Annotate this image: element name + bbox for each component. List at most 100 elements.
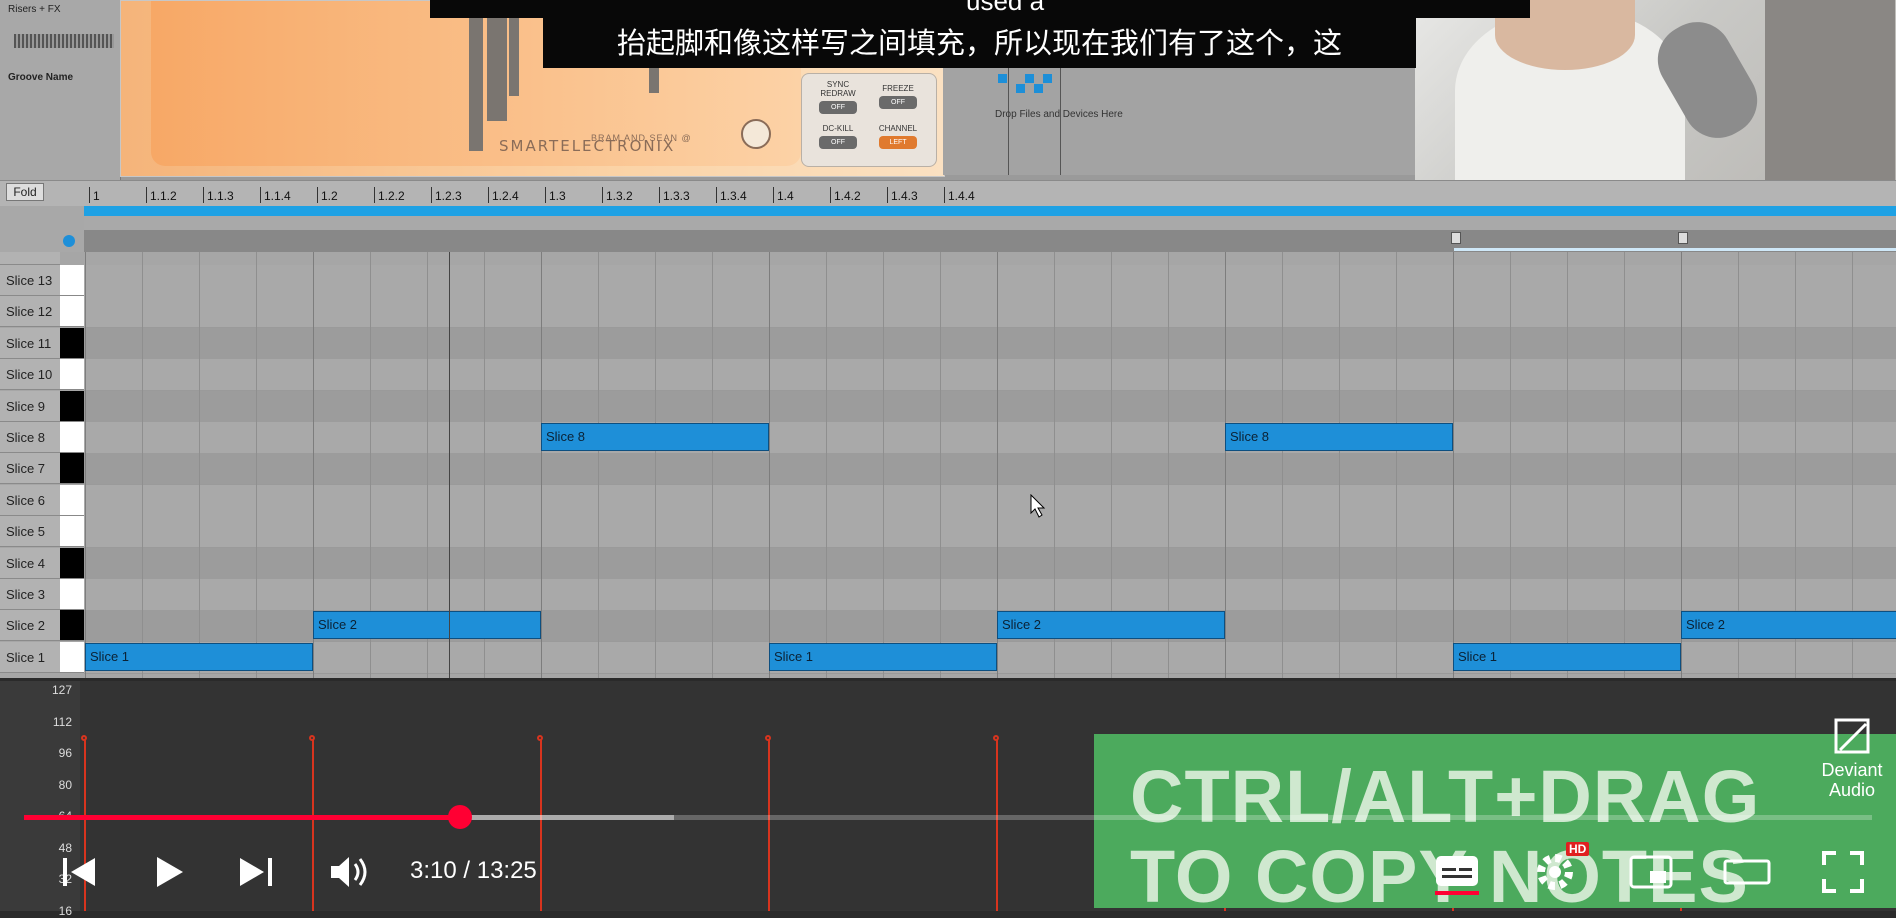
loop-region-line bbox=[1454, 248, 1896, 251]
caption-line-main: 抬起脚和像这样写之间填充，所以现在我们有了这个，这 bbox=[543, 18, 1416, 68]
loop-start-marker-icon[interactable] bbox=[1451, 232, 1461, 244]
piano-key[interactable] bbox=[60, 265, 84, 296]
ruler-tick: 1.1.4 bbox=[260, 187, 291, 203]
play-icon[interactable] bbox=[143, 847, 193, 897]
piano-roll[interactable]: Slice 13 Slice 12 Slice 11 Slice 10 Slice 9S… bbox=[0, 252, 1896, 678]
roll-header-left bbox=[0, 206, 84, 252]
theater-mode-icon[interactable] bbox=[1722, 847, 1772, 897]
velocity-stem[interactable] bbox=[765, 735, 771, 911]
midi-note[interactable]: Slice 2 bbox=[313, 611, 541, 640]
loop-end-marker-icon[interactable] bbox=[1678, 232, 1688, 244]
subtitles-icon[interactable] bbox=[1432, 847, 1482, 897]
grid-line bbox=[1624, 252, 1625, 678]
grid-line bbox=[1510, 252, 1511, 678]
piano-key[interactable] bbox=[60, 453, 84, 485]
scrub-lane[interactable] bbox=[84, 230, 1896, 252]
dc-kill-toggle[interactable]: OFF bbox=[819, 136, 857, 149]
grid-line bbox=[826, 252, 827, 678]
piano-key[interactable] bbox=[60, 547, 84, 579]
clip-slot bbox=[1043, 74, 1052, 83]
waveform-spike bbox=[487, 1, 507, 121]
sync-redraw-control: SYNC REDRAW OFF bbox=[810, 80, 866, 114]
grid-line bbox=[598, 252, 599, 678]
velocity-stem[interactable] bbox=[537, 735, 543, 911]
midi-note[interactable]: Slice 1 bbox=[1453, 642, 1681, 671]
channel-control: CHANNEL LEFT bbox=[870, 124, 926, 149]
velocity-stem[interactable] bbox=[309, 735, 315, 911]
scrubber-knob[interactable] bbox=[448, 805, 473, 829]
piano-key[interactable] bbox=[60, 516, 84, 548]
grid-line bbox=[541, 252, 542, 678]
grid-line bbox=[1339, 252, 1340, 678]
channel-toggle[interactable]: LEFT bbox=[879, 136, 917, 149]
plugin-brand: SMARTELECTRONIX bbox=[499, 137, 676, 155]
key-label: Slice 6 bbox=[0, 484, 60, 516]
next-icon[interactable] bbox=[230, 847, 280, 897]
plugin-controls: SYNC REDRAW OFF FREEZE OFF DC-KILL OFF C… bbox=[801, 73, 937, 167]
ruler-tick: 1.2.3 bbox=[431, 187, 462, 203]
played-bar bbox=[24, 815, 461, 820]
grid-line bbox=[1225, 252, 1226, 678]
grid-line bbox=[1567, 252, 1568, 678]
midi-note[interactable]: Slice 2 bbox=[997, 611, 1225, 640]
clip-slot bbox=[998, 74, 1007, 83]
grid-line bbox=[1396, 252, 1397, 678]
key-label: Slice 10 bbox=[0, 359, 60, 391]
key-label: Slice 2 bbox=[0, 610, 60, 642]
clip-slot bbox=[1034, 84, 1043, 93]
grid-line bbox=[712, 252, 713, 678]
start-end-markers[interactable] bbox=[84, 216, 1896, 230]
ruler-tick: 1.3 bbox=[545, 187, 566, 203]
midi-note[interactable]: Slice 8 bbox=[541, 423, 769, 451]
playhead-line bbox=[449, 252, 450, 678]
miniplayer-icon[interactable] bbox=[1626, 847, 1676, 897]
midi-note[interactable]: Slice 8 bbox=[1225, 423, 1453, 451]
channel-label: CHANNEL bbox=[878, 124, 918, 133]
midi-note[interactable]: Slice 1 bbox=[769, 642, 997, 671]
key-label: Slice 9 bbox=[0, 390, 60, 422]
velocity-tick: 96 bbox=[58, 746, 72, 760]
grid-line bbox=[199, 252, 200, 678]
midi-note[interactable]: Slice 1 bbox=[85, 642, 313, 671]
brand-name: Deviant Audio bbox=[1821, 760, 1883, 800]
browser-category[interactable]: Risers + FX bbox=[8, 4, 61, 15]
piano-key[interactable] bbox=[60, 484, 84, 516]
piano-key[interactable] bbox=[60, 610, 84, 642]
progress-bar[interactable] bbox=[24, 805, 1872, 829]
tip-line-1: CTRL/ALT+DRAG bbox=[1130, 755, 1761, 838]
brand-logo: Deviant Audio bbox=[1812, 716, 1892, 806]
grid-line bbox=[85, 252, 86, 678]
freeze-toggle[interactable]: OFF bbox=[879, 96, 917, 109]
key-label: Slice 5 bbox=[0, 516, 60, 548]
piano-key[interactable] bbox=[60, 641, 84, 673]
groove-name-header: Groove Name bbox=[8, 72, 74, 83]
key-label: Slice 8 bbox=[0, 422, 60, 453]
velocity-stem[interactable] bbox=[993, 735, 999, 911]
ruler-tick: 1.2.2 bbox=[374, 187, 405, 203]
piano-key[interactable] bbox=[60, 327, 84, 359]
key-label: Slice 11 bbox=[0, 327, 60, 359]
piano-key[interactable] bbox=[60, 296, 84, 328]
previous-icon[interactable] bbox=[55, 847, 105, 897]
piano-key[interactable] bbox=[60, 579, 84, 610]
sync-redraw-toggle[interactable]: OFF bbox=[819, 101, 857, 114]
ruler-tick: 1.2.4 bbox=[488, 187, 519, 203]
ruler-tick: 1.4.2 bbox=[830, 187, 861, 203]
midi-note[interactable]: Slice 2 bbox=[1681, 611, 1896, 640]
fold-button[interactable]: Fold bbox=[6, 183, 44, 201]
preview-headphones-icon[interactable] bbox=[63, 235, 75, 247]
piano-key[interactable] bbox=[60, 422, 84, 453]
beat-ruler[interactable]: Fold 1 1.1.2 1.1.3 1.1.4 1.2 1.2.2 1.2.3 1.2.4 1… bbox=[0, 180, 1896, 207]
deviant-audio-logo-icon bbox=[1834, 718, 1870, 754]
piano-key[interactable] bbox=[60, 359, 84, 391]
tip-overlay: CTRL/ALT+DRAG TO COPY NOTES bbox=[1094, 734, 1896, 908]
ruler-tick: 1 bbox=[89, 187, 100, 203]
velocity-tick: 127 bbox=[51, 683, 72, 697]
ruler-tick: 1.1.2 bbox=[146, 187, 177, 203]
fullscreen-icon[interactable] bbox=[1818, 847, 1868, 897]
piano-key[interactable] bbox=[60, 390, 84, 422]
key-label: Slice 4 bbox=[0, 547, 60, 579]
loop-brace[interactable] bbox=[84, 206, 1896, 216]
volume-icon[interactable] bbox=[325, 847, 375, 897]
clip-waveform-mini bbox=[14, 34, 114, 48]
